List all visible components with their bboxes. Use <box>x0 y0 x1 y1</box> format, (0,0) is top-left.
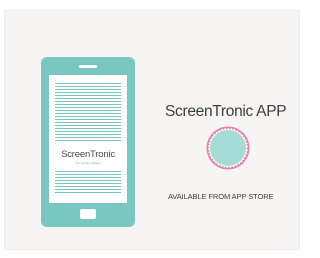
badge-fill <box>210 130 246 166</box>
screen-lines-bottom <box>55 171 121 195</box>
phone-tagline-text: The Screen Master <box>75 161 101 165</box>
ad-frame: ScreenTronic The Screen Master ScreenTro… <box>0 0 305 258</box>
phone-brand-text: ScreenTronic <box>61 149 115 160</box>
ad-card: ScreenTronic The Screen Master ScreenTro… <box>4 10 300 250</box>
phone-screen: ScreenTronic The Screen Master <box>49 75 127 203</box>
screen-lines-top <box>55 83 121 143</box>
phone-home-button <box>80 209 96 219</box>
app-store-label[interactable]: AVAILABLE FROM APP STORE <box>168 192 274 201</box>
phone-illustration: ScreenTronic The Screen Master <box>41 57 135 227</box>
app-badge-icon[interactable] <box>205 125 251 171</box>
app-title: ScreenTronic APP <box>165 103 287 120</box>
phone-speaker <box>79 65 97 68</box>
